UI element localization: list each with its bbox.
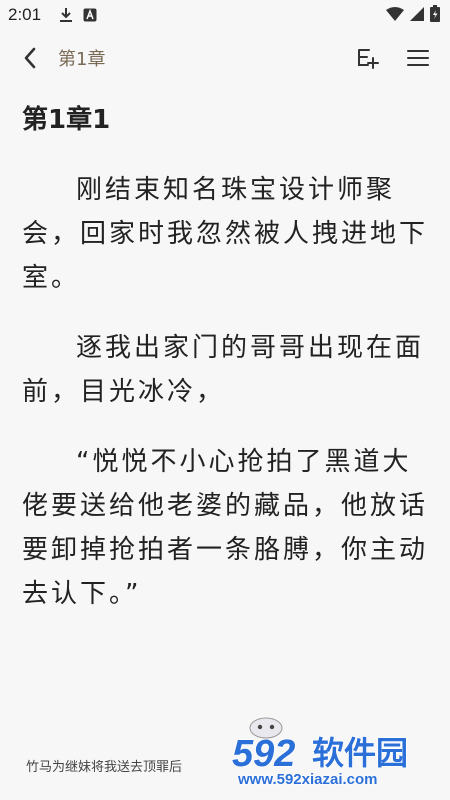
add-to-shelf-icon [358, 49, 379, 69]
signal-icon [410, 6, 424, 25]
watermark: 592 软件园 www.592xiazai.com [224, 716, 444, 790]
back-button[interactable] [8, 36, 52, 80]
download-icon [59, 7, 73, 23]
top-actions [348, 38, 438, 78]
status-time: 2:01 [8, 5, 42, 24]
chapter-title: 第1章1 [22, 105, 111, 135]
status-indicators [386, 4, 440, 26]
book-title-footer: 竹马为继妹将我送去顶罪后 [26, 760, 183, 775]
chevron-left-icon [24, 47, 36, 69]
app-notification-icon [83, 8, 97, 22]
chapter-short-title: 第1章 [58, 49, 106, 70]
paragraph: 逐我出家门的哥哥出现在面前，目光冰冷， [22, 332, 425, 407]
add-bookmark-button[interactable] [348, 38, 388, 78]
status-bar: 2:01 [0, 0, 450, 30]
watermark-url: www.592xiazai.com [237, 771, 378, 788]
wifi-icon [386, 6, 404, 25]
watermark-logo-number: 592 [232, 733, 295, 775]
menu-icon [407, 50, 429, 66]
paragraph: “悦悦不小心抢拍了黑道大佬要送给他老婆的藏品，他放话要卸掉抢拍者一条胳膊，你主动… [22, 446, 429, 609]
menu-button[interactable] [398, 38, 438, 78]
paragraph: 刚结束知名珠宝设计师聚会，回家时我忽然被人拽进地下室。 [22, 174, 429, 293]
battery-icon [430, 4, 440, 26]
reader-top-bar: 第1章 [0, 30, 450, 86]
watermark-logo-text: 软件园 [312, 734, 408, 772]
reader-content: 第1章1 刚结束知名珠宝设计师聚会，回家时我忽然被人拽进地下室。 逐我出家门的哥… [22, 100, 432, 616]
